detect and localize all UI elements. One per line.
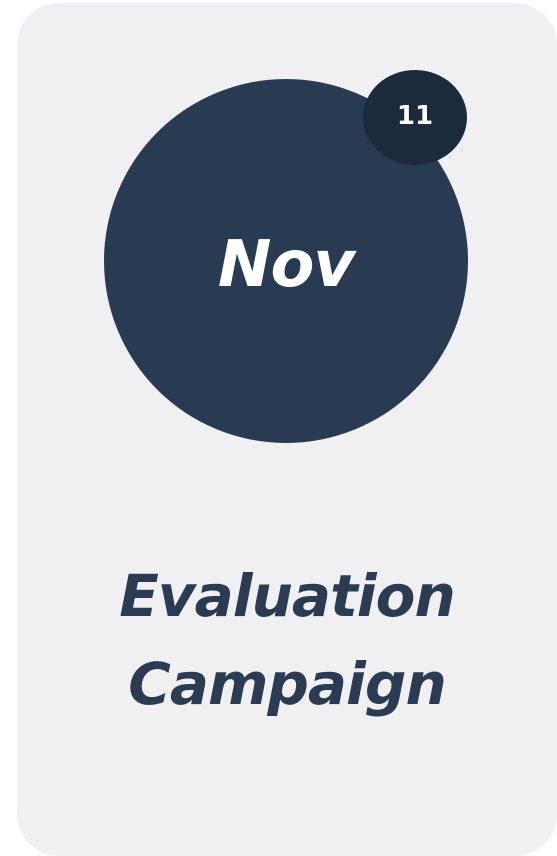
day-badge: 11: [363, 70, 467, 165]
day-label: 11: [396, 101, 434, 131]
event-title: Evaluation Campaign: [17, 552, 557, 728]
event-card[interactable]: Nov 11 Evaluation Campaign: [17, 3, 557, 856]
month-label: Nov: [217, 228, 355, 302]
event-title-line-2: Campaign: [128, 650, 447, 718]
event-title-line-1: Evaluation: [119, 562, 456, 630]
